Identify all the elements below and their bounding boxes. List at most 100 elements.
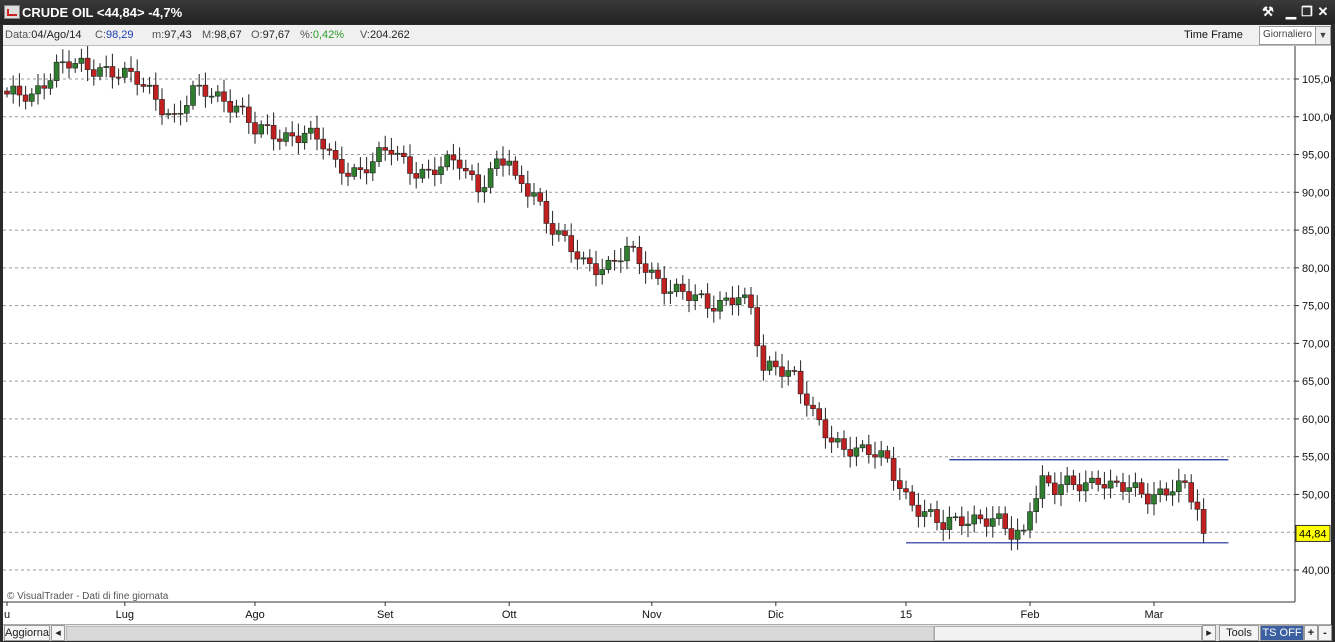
candle: [741, 294, 748, 298]
x-tick-label: Dic: [768, 609, 784, 621]
candle: [4, 90, 10, 95]
candle: [667, 291, 674, 294]
timeframe-value: Giornaliero: [1263, 29, 1312, 40]
window-title: CRUDE OIL <44,84> -4,7%: [22, 5, 183, 20]
candle: [425, 168, 432, 171]
pct-field: %:0,42%: [300, 29, 345, 41]
chart-area[interactable]: 40,0045,0050,0055,0060,0065,0070,0075,00…: [3, 45, 1335, 624]
candle: [407, 156, 413, 174]
candle: [803, 393, 810, 406]
horizontal-scrollbar-track[interactable]: [66, 626, 934, 641]
candle: [828, 437, 835, 443]
candle: [1169, 491, 1176, 496]
candle: [388, 149, 395, 155]
candle: [921, 511, 928, 517]
candle: [754, 307, 761, 347]
candle: [128, 67, 134, 72]
candle: [115, 76, 122, 79]
candle: [853, 447, 860, 457]
zoom-in-button[interactable]: +: [1304, 625, 1318, 641]
ts-toggle-button[interactable]: TS OFF: [1260, 625, 1304, 641]
y-tick-label: 40,00: [1302, 565, 1330, 577]
scroll-left-icon[interactable]: ◂: [51, 625, 65, 641]
candle: [1064, 475, 1070, 485]
candle: [1157, 488, 1163, 495]
tools-icon[interactable]: ⚒: [1260, 3, 1276, 20]
x-tick-label: Set: [377, 609, 394, 621]
y-tick-label: 55,00: [1302, 452, 1330, 464]
quote-info-bar: Data:04/Ago/14 C:98,29 m:97,43 M:98,67 O…: [3, 25, 1331, 46]
candle: [53, 61, 60, 81]
candle: [673, 283, 680, 293]
tools-button[interactable]: Tools: [1219, 625, 1259, 641]
timeframe-select[interactable]: Giornaliero ▼: [1259, 26, 1331, 45]
candle: [729, 297, 736, 305]
candle: [239, 105, 246, 108]
candle: [772, 360, 779, 368]
candle: [915, 504, 922, 517]
min-field: m:97,43: [152, 29, 192, 41]
candle: [704, 293, 711, 309]
candle: [283, 132, 289, 142]
minimize-button[interactable]: ▁: [1283, 3, 1299, 20]
candle: [989, 518, 996, 527]
close-field: C:98,29: [95, 29, 134, 41]
zoom-out-button[interactable]: -: [1318, 625, 1332, 641]
chart-window: CRUDE OIL <44,84> -4,7% ⚒ ▁ ❐ ✕ Data:04/…: [0, 0, 1335, 642]
y-tick-label: 95,00: [1302, 150, 1330, 162]
candle: [630, 245, 637, 248]
candle: [642, 263, 649, 273]
x-tick-label: Ott: [502, 609, 517, 621]
candle: [78, 57, 85, 64]
candle: [134, 71, 140, 85]
candle: [109, 66, 116, 78]
candle: [624, 245, 630, 262]
candle: [295, 135, 302, 144]
candle: [655, 269, 661, 279]
candle: [841, 438, 847, 450]
candle: [221, 91, 227, 102]
candle: [307, 127, 314, 134]
candle: [438, 166, 444, 176]
x-tick-label: 15: [900, 609, 912, 621]
candle: [376, 147, 382, 162]
candle: [369, 161, 376, 174]
scrollbar-thumb[interactable]: [934, 626, 1202, 641]
candle: [611, 259, 618, 262]
candlestick-chart[interactable]: 40,0045,0050,0055,0060,0065,0070,0075,00…: [3, 45, 1335, 624]
title-bar[interactable]: CRUDE OIL <44,84> -4,7% ⚒ ▁ ❐ ✕: [0, 0, 1335, 24]
candle: [146, 84, 153, 87]
candle: [1132, 482, 1139, 488]
candle: [810, 404, 816, 409]
candle: [481, 187, 488, 193]
candle: [555, 230, 562, 235]
candle: [289, 132, 296, 137]
candle: [276, 138, 283, 142]
restore-button[interactable]: ❐: [1299, 3, 1315, 20]
y-tick-label: 85,00: [1302, 225, 1330, 237]
candle: [1163, 488, 1170, 496]
candle: [345, 172, 351, 177]
candle: [1176, 480, 1182, 493]
scroll-right-icon[interactable]: ▸: [1202, 625, 1216, 641]
chevron-down-icon[interactable]: ▼: [1315, 27, 1330, 44]
candle: [890, 457, 897, 481]
update-button[interactable]: Aggiorna: [4, 625, 50, 641]
candle: [617, 260, 624, 263]
candle: [1002, 513, 1009, 529]
candle: [35, 85, 41, 95]
last-price-label: 44,84: [1299, 528, 1327, 540]
close-button[interactable]: ✕: [1315, 3, 1331, 20]
candle: [661, 278, 668, 294]
candle: [332, 150, 339, 160]
candle: [153, 84, 159, 100]
candle: [413, 173, 420, 179]
y-tick-label: 105,00: [1302, 74, 1331, 86]
candle: [1188, 482, 1194, 503]
candle: [394, 152, 401, 155]
watermark-text: © VisualTrader - Dati di fine giornata: [7, 591, 169, 602]
y-tick-label: 60,00: [1302, 414, 1330, 426]
date-field: Data:04/Ago/14: [5, 29, 82, 41]
candle: [1120, 482, 1126, 492]
candle: [679, 283, 686, 292]
